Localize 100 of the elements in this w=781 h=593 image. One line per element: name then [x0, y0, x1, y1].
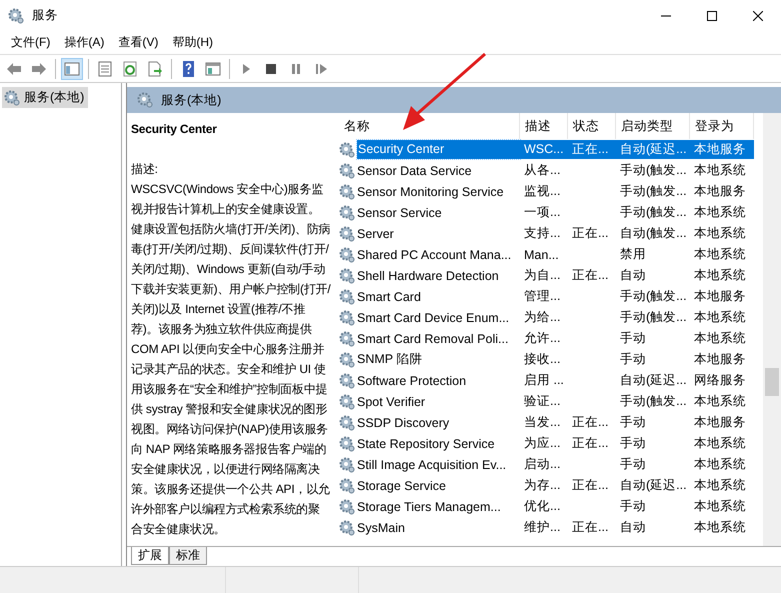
gear-icon [339, 162, 355, 178]
refresh-icon[interactable] [124, 61, 136, 76]
table-cell-text: 验证... [523, 393, 562, 410]
service-name-cell[interactable]: Security Center [357, 140, 520, 159]
maximize-icon [707, 10, 717, 20]
table-cell-text: 本地系统 [693, 267, 747, 284]
service-name: Security Center [131, 121, 218, 138]
table-cell-text: 启用 ... [523, 372, 565, 389]
play-icon[interactable] [243, 64, 250, 74]
gear-icon [339, 352, 355, 368]
table-cell-text: 本地系统 [693, 225, 747, 242]
window-title: 服务 [32, 7, 59, 24]
service-name-cell[interactable]: Smart Card [357, 290, 421, 304]
table-cell-text: 手动(触发... [619, 309, 688, 326]
gear-icon [339, 478, 355, 494]
service-name-cell[interactable]: Smart Card Device Enum... [357, 310, 510, 324]
service-name-cell[interactable]: State Repository Service [357, 436, 495, 450]
table-cell-text: 管理... [523, 288, 562, 305]
forward-arrow-icon[interactable] [32, 62, 46, 74]
stop-icon[interactable] [266, 64, 276, 74]
resume-icon[interactable] [316, 64, 327, 74]
back-arrow-icon[interactable] [7, 62, 21, 74]
table-cell-text: 允许... [523, 330, 562, 347]
pause-icon[interactable] [292, 64, 300, 74]
table-cell-text: 为自... [523, 267, 562, 284]
table-cell-text: 支持... [523, 225, 562, 242]
table-cell-text: 正在... [571, 477, 610, 494]
tree-item[interactable]: 服务(本地) [2, 87, 88, 108]
table-cell-text: 本地系统 [693, 309, 747, 326]
table-cell-text: 手动 [619, 498, 647, 515]
column-header[interactable]: 登录为 [690, 113, 754, 139]
service-name-cell[interactable]: SSDP Discovery [357, 416, 450, 430]
gear-icon [339, 142, 355, 158]
scrollbar[interactable] [763, 113, 781, 546]
description-label: 描述: [131, 161, 159, 178]
table-cell-text: 本地系统 [693, 435, 747, 452]
table-cell-text: 手动 [619, 435, 647, 452]
window-panel-icon[interactable] [206, 62, 220, 75]
help-icon[interactable] [183, 60, 194, 76]
menu-item[interactable]: 查看(V) [111, 34, 166, 51]
table-cell-text: 本地系统 [693, 246, 747, 263]
gear-icon [339, 520, 355, 536]
gear-icon [339, 184, 355, 200]
column-header[interactable]: 描述 [520, 113, 568, 139]
tab[interactable]: 扩展 [131, 547, 169, 565]
gear-icon [339, 330, 355, 346]
table-cell-text: 手动 [619, 414, 647, 431]
console-tree-icon[interactable] [64, 62, 80, 75]
service-name-cell[interactable]: SNMP 陷阱 [357, 351, 422, 368]
service-name-cell[interactable]: Smart Card Removal Poli... [357, 332, 508, 346]
service-name-cell[interactable]: Spot Verifier [357, 394, 426, 408]
service-name-cell[interactable]: Sensor Service [357, 206, 442, 220]
table-cell-text: 本地系统 [693, 330, 747, 347]
table-cell-text: 手动(触发... [619, 393, 688, 410]
service-name-cell[interactable]: Storage Tiers Managem... [357, 500, 501, 514]
table-cell-text: 正在... [571, 225, 610, 242]
table-cell-text: 手动 [619, 351, 647, 368]
table-cell-text: 接收... [523, 351, 562, 368]
table-cell-text: 从各... [523, 162, 562, 179]
table-cell-text: 自动(触发... [619, 225, 688, 242]
gear-icon [339, 246, 355, 262]
gear-icon [339, 288, 355, 304]
menu-item[interactable]: 帮助(H) [165, 34, 220, 51]
table-cell-text: 正在... [571, 435, 610, 452]
table-cell-text: Man... [523, 248, 560, 262]
app-icon [8, 8, 24, 24]
service-name-cell[interactable]: SysMain [357, 520, 405, 534]
table-cell-text: 手动 [619, 456, 647, 473]
table-cell-text: 本地服务 [693, 183, 747, 200]
table-cell-text: 本地系统 [693, 162, 747, 179]
export-icon[interactable] [148, 61, 162, 76]
menu-item[interactable]: 操作(A) [57, 34, 112, 51]
table-cell-text: 手动(触发... [619, 183, 688, 200]
table-cell: 自动(延迟... [616, 140, 690, 159]
service-name-cell[interactable]: Sensor Data Service [357, 164, 472, 178]
table-cell-text: 启动... [523, 456, 562, 473]
table-cell-text: 手动(触发... [619, 288, 688, 305]
service-name-cell[interactable]: Server [357, 226, 394, 240]
table-cell-text: 本地系统 [693, 456, 747, 473]
service-name-cell[interactable]: Still Image Acquisition Ev... [357, 458, 506, 472]
table-cell-text: 本地服务 [693, 288, 747, 305]
table-cell-text: 手动 [619, 330, 647, 347]
table-cell-text: 当发... [523, 414, 562, 431]
service-name-cell[interactable]: Sensor Monitoring Service [357, 184, 504, 198]
table-cell-text: 监视... [523, 183, 562, 200]
column-header[interactable]: 状态 [568, 113, 616, 139]
table-cell-text: 正在... [571, 519, 610, 536]
service-name-cell[interactable]: Software Protection [357, 374, 466, 388]
description-text: WSCSVC(Windows 安全中心)服务监视并报告计算机上的安全健康设置。健康设置包括防火墙(打开/关闭)、防病毒(打开/关闭/过期)、反间谍软件(打开/关闭/过期)、Windows 更新(自动/手动下载并安装更新)、用户帐户控制(打开/关闭)以及 Internet 设置(推荐/不推荐)。该服务为独立软件供应商提供 COM API 以便向安全中心服务注册并记录其产品的状态。安全和维护 UI 使用该服务在“安全和维护”控制面板中提供 systray 警报和安全健康状况的图形视图。网络访问保护(NAP)使用该服务向 NAP 网络策略服务器报告客户端的安全健康状况，以便进行网络隔离决策。该服务还提供一个公共 API，以允许外部客户以编程方式检索系统的聚合安全健康状况。 [131, 181, 331, 538]
list-window-icon[interactable] [98, 61, 112, 76]
gear-icon [339, 226, 355, 242]
table-cell-text: 本地系统 [693, 519, 747, 536]
table-cell-text: 为存... [523, 477, 562, 494]
service-name-cell[interactable]: Shared PC Account Mana... [357, 248, 512, 262]
service-name-cell[interactable]: Shell Hardware Detection [357, 268, 499, 282]
table-cell-text: 本地系统 [693, 498, 747, 515]
column-header[interactable]: 启动类型 [616, 113, 690, 139]
tab[interactable]: 标准 [169, 547, 207, 565]
service-name-cell[interactable]: Storage Service [357, 478, 446, 492]
menu-item[interactable]: 文件(F) [4, 34, 58, 51]
